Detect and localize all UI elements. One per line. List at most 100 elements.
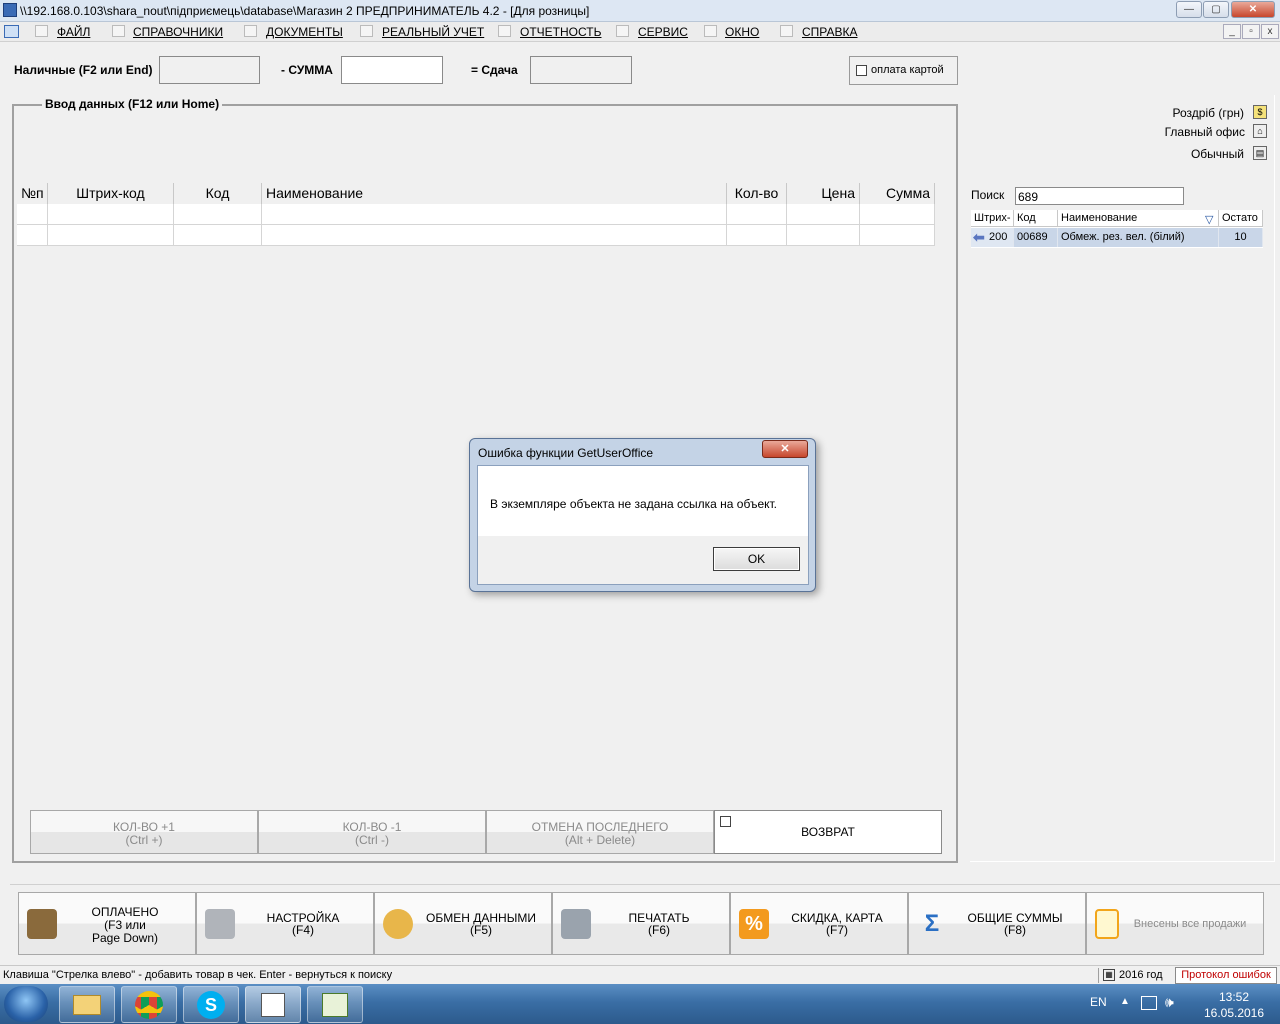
results-cell-rest[interactable]: 10 [1219, 228, 1263, 247]
dialog-close-button[interactable]: ✕ [762, 440, 808, 458]
discount-card-button[interactable]: % СКИДКА, КАРТА (F7) [730, 892, 908, 955]
currency-icon[interactable]: $ [1253, 105, 1267, 119]
totals-shortcut: (F8) [1004, 923, 1026, 937]
col-header-name[interactable]: Наименование [262, 183, 727, 204]
print-button[interactable]: ПЕЧАТАТЬ (F6) [552, 892, 730, 955]
results-header-name[interactable]: Наименование [1058, 210, 1219, 227]
totals-button[interactable]: Σ ОБЩИЕ СУММЫ (F8) [908, 892, 1086, 955]
arrow-left-icon[interactable]: ⬅ [973, 230, 987, 244]
close-button[interactable]: ✕ [1231, 1, 1275, 18]
table-cell[interactable] [17, 225, 48, 246]
stamp-icon [27, 909, 57, 939]
year-panel[interactable]: ▦ 2016 год [1098, 968, 1170, 983]
search-input[interactable]: 689 [1015, 187, 1184, 205]
col-header-barcode[interactable]: Штрих-код [48, 183, 174, 204]
results-header-rest[interactable]: Остато [1219, 210, 1263, 227]
qty-plus-button[interactable]: КОЛ-ВО +1 (Ctrl +) [30, 810, 258, 854]
home-icon [112, 25, 125, 37]
dialog-title: Ошибка функции GetUserOffice [478, 446, 654, 460]
cash-label: Наличные (F2 или End) [14, 63, 153, 77]
table-cell[interactable] [860, 225, 935, 246]
ok-button[interactable]: OK [713, 547, 800, 571]
table-cell[interactable] [727, 225, 787, 246]
network-icon[interactable] [1141, 996, 1157, 1010]
cash-input[interactable] [159, 56, 260, 84]
mdi-close-button[interactable]: x [1261, 24, 1279, 39]
col-header-num[interactable]: №п [17, 183, 48, 204]
paid-button[interactable]: ОПЛАЧЕНО (F3 или Page Down) [18, 892, 196, 955]
table-cell[interactable] [262, 204, 727, 225]
table-cell[interactable] [860, 204, 935, 225]
table-cell[interactable] [48, 225, 174, 246]
menu-window[interactable]: ОКНО [725, 25, 759, 39]
menu-bar: ФАЙЛ СПРАВОЧНИКИ ДОКУМЕНТЫ РЕАЛЬНЫЙ УЧЕТ… [0, 22, 1280, 42]
minimize-button[interactable]: — [1176, 1, 1202, 18]
cancel-last-button[interactable]: ОТМЕНА ПОСЛЕДНЕГО (Alt + Delete) [486, 810, 714, 854]
mdi-minimize-button[interactable]: _ [1223, 24, 1241, 39]
price-type-label[interactable]: Роздріб (грн) [1130, 106, 1244, 120]
all-sales-entered-button[interactable]: Внесены все продажи [1086, 892, 1264, 955]
menu-documents[interactable]: ДОКУМЕНТЫ [266, 25, 343, 39]
print-mode-label[interactable]: Обычный [1130, 147, 1244, 161]
menu-directories[interactable]: СПРАВОЧНИКИ [133, 25, 223, 39]
table-cell[interactable] [174, 204, 262, 225]
clock-date[interactable]: 16.05.2016 [1194, 1006, 1274, 1020]
explorer-icon[interactable] [59, 986, 115, 1023]
mdi-restore-button[interactable]: ▫ [1242, 24, 1260, 39]
window-titlebar: \\192.168.0.103\shara_nout\підприємець\d… [0, 0, 1280, 22]
col-header-sum[interactable]: Сумма [860, 183, 935, 204]
tray-arrow-icon[interactable]: ▲ [1120, 996, 1130, 1007]
table-cell[interactable] [727, 204, 787, 225]
entry-group-title: Ввод данных (F12 или Home) [42, 97, 223, 111]
col-header-price[interactable]: Цена [787, 183, 860, 204]
menu-reports[interactable]: ОТЧЕТНОСТЬ [520, 25, 601, 39]
col-header-code[interactable]: Код [174, 183, 262, 204]
language-indicator[interactable]: EN [1090, 995, 1107, 1009]
card-payment-checkbox[interactable] [856, 65, 867, 76]
results-cell-code[interactable]: 00689 [1014, 228, 1058, 247]
shop-app-icon[interactable] [307, 986, 363, 1023]
app-icon [3, 3, 17, 17]
change-label: = Сдача [471, 63, 518, 77]
printer-icon[interactable]: ▤ [1253, 146, 1267, 160]
error-dialog: Ошибка функции GetUserOffice ✕ В экземпл… [469, 438, 816, 592]
home-icon[interactable]: ⌂ [1253, 124, 1267, 138]
report-icon [498, 25, 511, 37]
sum-input[interactable] [341, 56, 443, 84]
card-payment-toggle[interactable]: оплата картой [849, 56, 958, 85]
menu-file[interactable]: ФАЙЛ [57, 25, 90, 39]
results-header-code[interactable]: Код [1014, 210, 1058, 227]
office-label[interactable]: Главный офис [1130, 125, 1245, 139]
table-cell[interactable] [48, 204, 174, 225]
table-cell[interactable] [174, 225, 262, 246]
skype-icon[interactable]: S [183, 986, 239, 1023]
results-cell-name[interactable]: Обмеж. рез. вел. (білий) [1058, 228, 1219, 247]
table-cell[interactable] [262, 225, 727, 246]
start-button[interactable] [4, 986, 48, 1022]
qty-minus-button[interactable]: КОЛ-ВО -1 (Ctrl -) [258, 810, 486, 854]
data-exchange-button[interactable]: ОБМЕН ДАННЫМИ (F5) [374, 892, 552, 955]
settings-button[interactable]: НАСТРОЙКА (F4) [196, 892, 374, 955]
table-cell[interactable] [17, 204, 48, 225]
results-header-barcode[interactable]: Штрих- [971, 210, 1014, 227]
notes-icon[interactable] [245, 986, 301, 1023]
menu-help[interactable]: СПРАВКА [802, 25, 858, 39]
discount-card-shortcut: (F7) [826, 923, 848, 937]
col-header-qty[interactable]: Кол-во [727, 183, 787, 204]
clock-time[interactable]: 13:52 [1194, 990, 1274, 1004]
volume-icon[interactable]: 🕪 [1165, 994, 1174, 1011]
menu-service[interactable]: СЕРВИС [638, 25, 688, 39]
chrome-icon[interactable] [121, 986, 177, 1023]
error-log-button[interactable]: Протокол ошибок [1175, 967, 1277, 984]
taskbar: S EN ▲ 🕪 13:52 16.05.2016 [0, 984, 1280, 1024]
change-input[interactable] [530, 56, 632, 84]
sort-down-icon[interactable]: ▽ [1205, 213, 1213, 226]
maximize-button[interactable]: ▢ [1203, 1, 1229, 18]
folder-icon [35, 25, 48, 37]
return-toggle[interactable]: ВОЗВРАТ [714, 810, 942, 854]
menu-real-accounting[interactable]: РЕАЛЬНЫЙ УЧЕТ [382, 25, 484, 39]
table-cell[interactable] [787, 204, 860, 225]
cancel-last-shortcut: (Alt + Delete) [564, 833, 636, 847]
return-label: ВОЗВРАТ [801, 825, 855, 839]
table-cell[interactable] [787, 225, 860, 246]
